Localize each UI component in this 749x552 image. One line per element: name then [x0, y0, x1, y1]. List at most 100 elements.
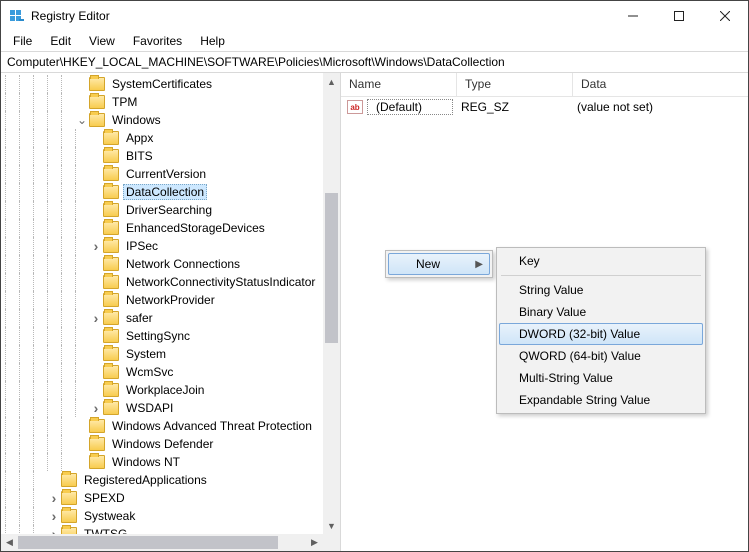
folder-icon: [89, 455, 105, 469]
tree-horizontal-scrollbar[interactable]: ◀ ▶: [1, 534, 323, 551]
folder-icon: [103, 239, 119, 253]
context-menu-new[interactable]: New ▶: [388, 253, 490, 275]
window-controls: [610, 1, 748, 31]
tree-item-label: WcmSvc: [123, 364, 176, 380]
tree-item-label: WorkplaceJoin: [123, 382, 207, 398]
list-row[interactable]: ab (Default) REG_SZ (value not set): [341, 97, 748, 117]
string-value-icon: ab: [347, 100, 363, 114]
tree-item[interactable]: DataCollection: [5, 183, 340, 201]
menu-file[interactable]: File: [5, 32, 40, 50]
folder-icon: [103, 131, 119, 145]
tree-item-label: NetworkProvider: [123, 292, 218, 308]
value-data: (value not set): [569, 100, 661, 114]
folder-icon: [103, 293, 119, 307]
expand-icon[interactable]: ›: [89, 310, 103, 326]
tree-pane[interactable]: SystemCertificates TPM ⌄ Windows AppxBITSCur…: [1, 73, 341, 551]
tree-item[interactable]: System: [5, 345, 340, 363]
folder-icon: [103, 365, 119, 379]
tree-item-label: Windows: [109, 112, 164, 128]
folder-icon: [89, 419, 105, 433]
tree-item-label: WSDAPI: [123, 400, 176, 416]
tree-item[interactable]: CurrentVersion: [5, 165, 340, 183]
folder-icon: [103, 221, 119, 235]
submenu-multistring-value[interactable]: Multi-String Value: [499, 367, 703, 389]
close-button[interactable]: [702, 1, 748, 31]
tree-item-label: Appx: [123, 130, 156, 146]
context-menu: New ▶: [385, 250, 493, 278]
folder-icon: [103, 257, 119, 271]
submenu-string-value[interactable]: String Value: [499, 279, 703, 301]
scroll-left-icon[interactable]: ◀: [1, 534, 18, 551]
tree-item-label: NetworkConnectivityStatusIndicator: [123, 274, 318, 290]
value-type: REG_SZ: [453, 100, 569, 114]
tree-item[interactable]: Network Connections: [5, 255, 340, 273]
tree-item[interactable]: BITS: [5, 147, 340, 165]
expand-icon[interactable]: ›: [89, 400, 103, 416]
tree-item[interactable]: WcmSvc: [5, 363, 340, 381]
tree-item-label: SPEXD: [81, 490, 128, 506]
tree-item[interactable]: Appx: [5, 129, 340, 147]
tree-item[interactable]: ›Systweak: [5, 507, 340, 525]
expand-icon[interactable]: ›: [47, 508, 61, 524]
tree-item[interactable]: Windows Defender: [5, 435, 340, 453]
folder-icon: [103, 149, 119, 163]
tree-item-label: SystemCertificates: [109, 76, 215, 92]
col-data[interactable]: Data: [573, 73, 748, 96]
folder-icon: [89, 437, 105, 451]
tree-item[interactable]: Windows Advanced Threat Protection: [5, 417, 340, 435]
expand-icon[interactable]: ›: [47, 490, 61, 506]
folder-icon: [89, 77, 105, 91]
tree-item[interactable]: NetworkConnectivityStatusIndicator: [5, 273, 340, 291]
tree-item[interactable]: NetworkProvider: [5, 291, 340, 309]
tree-item[interactable]: › WSDAPI: [5, 399, 340, 417]
tree-item[interactable]: DriverSearching: [5, 201, 340, 219]
menu-help[interactable]: Help: [192, 32, 233, 50]
tree-item[interactable]: WorkplaceJoin: [5, 381, 340, 399]
context-menu-label: New: [416, 257, 440, 271]
tree-item[interactable]: › safer: [5, 309, 340, 327]
col-type[interactable]: Type: [457, 73, 573, 96]
tree-item[interactable]: › SPEXD: [5, 489, 340, 507]
titlebar: Registry Editor: [1, 1, 748, 31]
menu-favorites[interactable]: Favorites: [125, 32, 190, 50]
scroll-down-icon[interactable]: ▼: [323, 517, 340, 534]
maximize-button[interactable]: [656, 1, 702, 31]
menu-separator: [501, 275, 701, 276]
scroll-up-icon[interactable]: ▲: [323, 73, 340, 90]
scroll-thumb[interactable]: [18, 536, 278, 549]
address-text: Computer\HKEY_LOCAL_MACHINE\SOFTWARE\Pol…: [7, 55, 505, 69]
scroll-right-icon[interactable]: ▶: [306, 534, 323, 551]
submenu-binary-value[interactable]: Binary Value: [499, 301, 703, 323]
tree-item-label: safer: [123, 310, 156, 326]
tree-item[interactable]: ⌄ Windows: [5, 111, 340, 129]
minimize-button[interactable]: [610, 1, 656, 31]
tree-item[interactable]: ›IPSec: [5, 237, 340, 255]
folder-icon: [89, 95, 105, 109]
tree-item[interactable]: EnhancedStorageDevices: [5, 219, 340, 237]
tree-item[interactable]: SettingSync: [5, 327, 340, 345]
address-bar[interactable]: Computer\HKEY_LOCAL_MACHINE\SOFTWARE\Pol…: [1, 51, 748, 73]
folder-icon: [103, 185, 119, 199]
tree-item[interactable]: SystemCertificates: [5, 75, 340, 93]
tree-item[interactable]: RegisteredApplications: [5, 471, 340, 489]
tree-item[interactable]: TPM: [5, 93, 340, 111]
submenu-dword-value[interactable]: DWORD (32-bit) Value: [499, 323, 703, 345]
expand-icon[interactable]: ›: [89, 238, 103, 254]
submenu-key[interactable]: Key: [499, 250, 703, 272]
submenu-qword-value[interactable]: QWORD (64-bit) Value: [499, 345, 703, 367]
menu-view[interactable]: View: [81, 32, 123, 50]
collapse-icon[interactable]: ⌄: [75, 113, 89, 127]
scroll-thumb[interactable]: [325, 193, 338, 343]
folder-icon: [61, 509, 77, 523]
menubar: File Edit View Favorites Help: [1, 31, 748, 51]
tree-item-label: TPM: [109, 94, 140, 110]
tree-vertical-scrollbar[interactable]: ▲ ▼: [323, 73, 340, 534]
col-name[interactable]: Name: [341, 73, 457, 96]
submenu-expandstring-value[interactable]: Expandable String Value: [499, 389, 703, 411]
folder-icon: [103, 329, 119, 343]
tree-item-label: DriverSearching: [123, 202, 215, 218]
content-area: SystemCertificates TPM ⌄ Windows AppxBITSCur…: [1, 73, 748, 551]
tree-item[interactable]: Windows NT: [5, 453, 340, 471]
folder-icon: [103, 275, 119, 289]
menu-edit[interactable]: Edit: [42, 32, 79, 50]
